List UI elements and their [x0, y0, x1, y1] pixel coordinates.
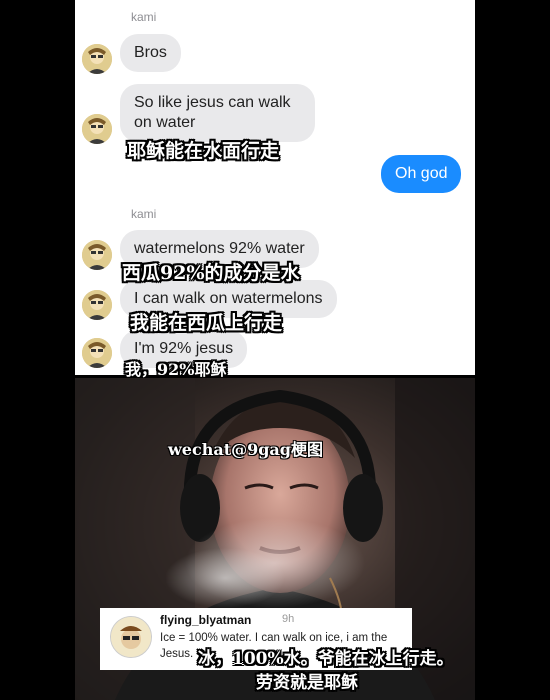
subtitle: 我，92%耶稣 [125, 360, 227, 379]
avatar [82, 240, 112, 270]
avatar [82, 338, 112, 368]
avatar [82, 290, 112, 320]
meme-frame: kami Bros So like jesus can walk on wate… [0, 0, 550, 700]
watermark: wechat@9gag梗图 [168, 440, 323, 459]
avatar [82, 114, 112, 144]
sender-name: kami [131, 10, 157, 24]
subtitle: 耶稣能在水面行走 [127, 140, 280, 162]
comment-username: flying_blyatman [160, 613, 252, 627]
commenter-avatar [110, 616, 152, 658]
message-bubble: Bros [120, 34, 181, 72]
subtitle: 我能在西瓜上行走 [130, 312, 283, 334]
message-bubble-sent: Oh god [381, 155, 462, 193]
comment-time: 9h [282, 613, 295, 625]
message-bubble: So like jesus can walk on water [120, 84, 315, 142]
sender-name: kami [131, 207, 157, 221]
avatar [82, 44, 112, 74]
subtitle: 劳资就是耶稣 [256, 673, 358, 693]
subtitle: 冰，100%水。爷能在冰上行走。 [198, 649, 454, 669]
subtitle: 西瓜92%的成分是水 [122, 262, 300, 284]
